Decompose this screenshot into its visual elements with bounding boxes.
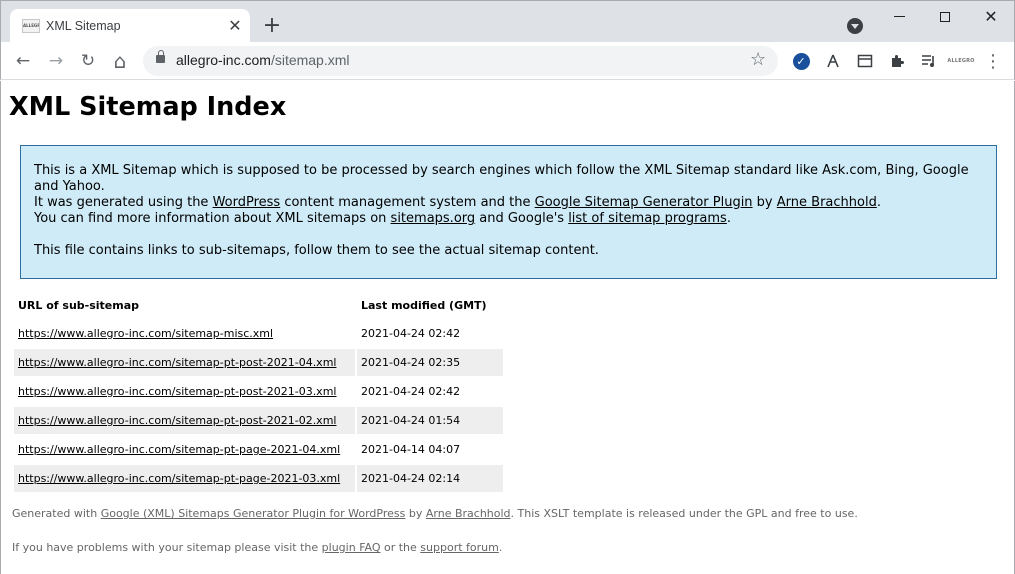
puzzle-extension-icon[interactable] — [885, 49, 909, 73]
maximize-button[interactable] — [922, 5, 968, 29]
intro-text: You can find more information about XML … — [34, 211, 391, 226]
footer-text: If you have problems with your sitemap p… — [12, 541, 322, 554]
media-extension-icon[interactable] — [917, 49, 941, 73]
date-cell: 2021-04-24 02:42 — [361, 327, 461, 340]
reload-icon[interactable]: ↻ — [76, 49, 100, 73]
table-row: https://www.allegro-inc.com/sitemap-pt-p… — [14, 407, 503, 434]
intro-line-1: This is a XML Sitemap which is supposed … — [34, 163, 969, 194]
url-cell: https://www.allegro-inc.com/sitemap-pt-p… — [14, 465, 355, 492]
page-title: XML Sitemap Index — [9, 92, 287, 122]
page-content: XML Sitemap Index This is a XML Sitemap … — [0, 81, 1015, 574]
footer-text: . This XSLT template is released under t… — [510, 507, 858, 520]
lock-icon[interactable] — [156, 50, 165, 63]
support-forum-link[interactable]: support forum — [420, 541, 499, 554]
minimize-icon — [893, 16, 905, 17]
date-cell: 2021-04-24 01:54 — [357, 407, 503, 434]
wordpress-link[interactable]: WordPress — [213, 195, 281, 210]
table-row: https://www.allegro-inc.com/sitemap-pt-p… — [14, 465, 503, 492]
calendar-icon — [857, 54, 873, 68]
tab-close-icon[interactable]: ✕ — [225, 16, 245, 36]
url-domain: allegro-inc.com — [176, 52, 271, 68]
tab-search-icon[interactable] — [847, 18, 863, 34]
home-icon[interactable]: ⌂ — [108, 49, 132, 73]
forward-icon[interactable]: → — [44, 49, 68, 73]
intro-box: This is a XML Sitemap which is supposed … — [20, 145, 997, 279]
puzzle-icon — [892, 55, 904, 67]
intro-text: content management system and the — [280, 195, 535, 210]
footer-text: . — [498, 541, 503, 554]
sitemap-link[interactable]: https://www.allegro-inc.com/sitemap-pt-p… — [18, 414, 336, 427]
sitemap-link[interactable]: https://www.allegro-inc.com/sitemap-pt-p… — [18, 356, 336, 369]
intro-line-4: This file contains links to sub-sitemaps… — [34, 243, 599, 258]
date-cell: 2021-04-24 02:14 — [357, 465, 503, 492]
footer-help: If you have problems with your sitemap p… — [12, 541, 502, 554]
footer-text: Generated with — [12, 507, 101, 520]
back-icon[interactable]: ← — [11, 49, 35, 73]
maximize-icon — [940, 11, 950, 22]
allegro-extension-icon[interactable]: ALLEGRO — [947, 49, 974, 73]
bookmark-star-icon[interactable]: ☆ — [750, 49, 766, 70]
footer-generated: Generated with Google (XML) Sitemaps Gen… — [12, 507, 858, 520]
intro-spacer — [34, 227, 983, 243]
intro-text: by — [752, 195, 777, 210]
intro-text: . — [726, 211, 731, 226]
compass-extension-icon[interactable] — [821, 49, 845, 73]
sitemap-link[interactable]: https://www.allegro-inc.com/sitemap-misc… — [18, 327, 273, 340]
minimize-button[interactable] — [876, 5, 922, 29]
footer-author-link[interactable]: Arne Brachhold — [426, 507, 511, 520]
url-cell: https://www.allegro-inc.com/sitemap-misc… — [14, 320, 355, 347]
tab-strip: ALLEGRO XML Sitemap ✕ + ✕ — [0, 0, 1015, 43]
header-last-modified: Last modified (GMT) — [361, 298, 487, 312]
url-text[interactable]: allegro-inc.com/sitemap.xml — [176, 52, 350, 68]
playlist-icon — [922, 55, 934, 67]
sitemap-link[interactable]: https://www.allegro-inc.com/sitemap-pt-p… — [18, 443, 340, 456]
new-tab-button[interactable]: + — [260, 15, 284, 39]
table-row: https://www.allegro-inc.com/sitemap-misc… — [14, 320, 503, 347]
url-path: /sitemap.xml — [270, 52, 350, 68]
sitemap-programs-link[interactable]: list of sitemap programs — [568, 211, 727, 226]
intro-text: It was generated using the — [34, 195, 213, 210]
footer-text: or the — [380, 541, 421, 554]
intro-text: and Google's — [475, 211, 569, 226]
url-cell: https://www.allegro-inc.com/sitemap-pt-p… — [14, 407, 355, 434]
intro-line-3: You can find more information about XML … — [34, 211, 983, 227]
favicon-icon: ALLEGRO — [22, 19, 40, 33]
table-header-row: URL of sub-sitemap Last modified (GMT) — [14, 292, 503, 318]
author-link[interactable]: Arne Brachhold — [777, 195, 877, 210]
sitemap-link[interactable]: https://www.allegro-inc.com/sitemap-pt-p… — [18, 385, 336, 398]
date-cell: 2021-04-24 02:35 — [357, 349, 503, 376]
browser-tab[interactable]: ALLEGRO XML Sitemap ✕ — [10, 9, 250, 43]
plugin-faq-link[interactable]: plugin FAQ — [322, 541, 381, 554]
compass-icon — [827, 54, 839, 68]
table-row: https://www.allegro-inc.com/sitemap-pt-p… — [14, 436, 503, 463]
address-bar[interactable]: allegro-inc.com/sitemap.xml ☆ — [143, 46, 778, 76]
check-icon: ✓ — [792, 52, 810, 70]
date-cell: 2021-04-14 04:07 — [361, 443, 461, 456]
sitemap-table: URL of sub-sitemap Last modified (GMT) h… — [12, 290, 505, 494]
url-cell: https://www.allegro-inc.com/sitemap-pt-p… — [14, 436, 355, 463]
url-cell: https://www.allegro-inc.com/sitemap-pt-p… — [14, 378, 355, 405]
check-extension-icon[interactable]: ✓ — [789, 49, 813, 73]
table-row: https://www.allegro-inc.com/sitemap-pt-p… — [14, 378, 503, 405]
sitemap-link[interactable]: https://www.allegro-inc.com/sitemap-pt-p… — [18, 472, 340, 485]
table-row: https://www.allegro-inc.com/sitemap-pt-p… — [14, 349, 503, 376]
generator-plugin-link[interactable]: Google (XML) Sitemaps Generator Plugin f… — [101, 507, 406, 520]
calendar-extension-icon[interactable] — [853, 49, 877, 73]
sitemaps-org-link[interactable]: sitemaps.org — [391, 211, 476, 226]
date-cell: 2021-04-24 02:42 — [361, 385, 461, 398]
footer-text: by — [405, 507, 426, 520]
chrome-menu-icon[interactable]: ⋮ — [981, 49, 1005, 73]
sitemap-plugin-link[interactable]: Google Sitemap Generator Plugin — [535, 195, 753, 210]
intro-text: . — [876, 195, 881, 210]
browser-toolbar: ← → ↻ ⌂ allegro-inc.com/sitemap.xml ☆ ✓ … — [0, 42, 1015, 80]
intro-line-2: It was generated using the WordPress con… — [34, 195, 983, 211]
window-close-button[interactable]: ✕ — [968, 5, 1014, 29]
tab-title: XML Sitemap — [46, 19, 121, 33]
header-url: URL of sub-sitemap — [18, 298, 140, 312]
url-cell: https://www.allegro-inc.com/sitemap-pt-p… — [14, 349, 355, 376]
